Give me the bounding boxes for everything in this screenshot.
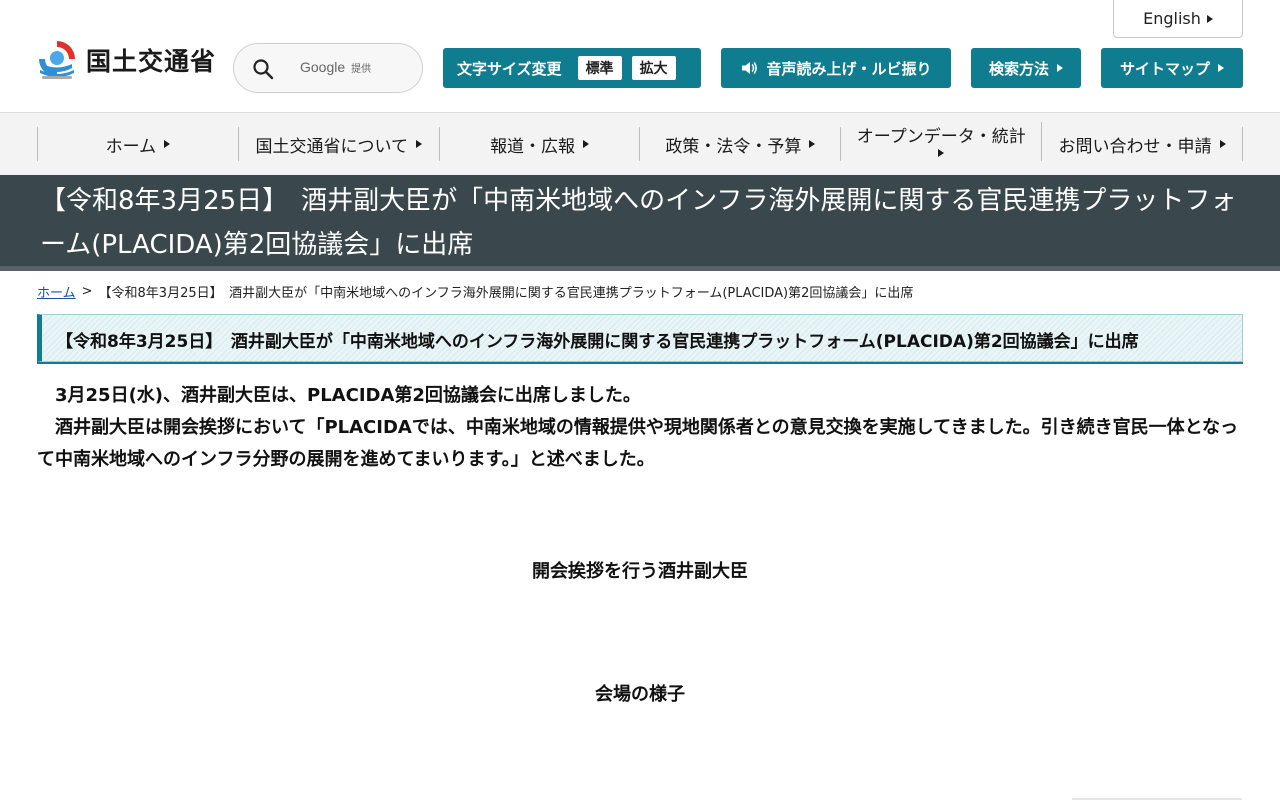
nav-item-contact[interactable]: お問い合わせ・申請 [1042, 127, 1243, 161]
nav-item-home[interactable]: ホーム [38, 127, 239, 161]
voice-reading-label: 音声読み上げ・ルビ振り [766, 59, 932, 78]
breadcrumb-separator: > [81, 284, 93, 299]
search-input[interactable] [290, 52, 414, 86]
search-method-button[interactable]: 検索方法 [971, 48, 1081, 88]
page-title-band: 【令和8年3月25日】 酒井副大臣が「中南米地域へのインフラ海外展開に関する官民… [0, 175, 1280, 271]
logo-text: 国土交通省 [86, 47, 217, 76]
photo-caption: 会場の様子 [595, 684, 685, 705]
nav-item-label: 政策・法令・予算 [665, 136, 802, 157]
photo-caption: 開会挨拶を行う酒井副大臣 [532, 561, 748, 582]
mlit-logo-icon [39, 41, 75, 79]
breadcrumb-current: 【令和8年3月25日】 酒井副大臣が「中南米地域へのインフラ海外展開に関する官民… [98, 286, 914, 301]
section-heading-text: 【令和8年3月25日】 酒井副大臣が「中南米地域へのインフラ海外展開に関する官民… [56, 332, 1139, 352]
sitemap-label: サイトマップ [1119, 59, 1210, 78]
breadcrumb-home-link[interactable]: ホーム [37, 282, 76, 301]
english-link[interactable]: English [1113, 0, 1243, 38]
search-method-label: 検索方法 [988, 59, 1049, 78]
nav-item-policy[interactable]: 政策・法令・予算 [640, 127, 842, 161]
article-paragraph: 3月25日(水)、酒井副大臣は、PLACIDA第2回協議会に出席しました。 [55, 385, 641, 406]
triangle-right-icon [415, 140, 422, 148]
global-nav: ホーム 国土交通省について 報道・広報 政策・法令・予算 オープンデータ・統計 … [0, 112, 1280, 175]
voice-reading-button[interactable]: 音声読み上げ・ルビ振り [721, 48, 951, 88]
nav-item-opendata[interactable]: オープンデータ・統計 [841, 122, 1043, 161]
site-logo[interactable]: 国土交通省 [36, 37, 216, 83]
site-header: English 国土交通省 Google 提供 文字サイズ変更 標準 拡大 音声… [0, 0, 1280, 112]
triangle-right-icon [164, 140, 171, 148]
triangle-right-icon [809, 140, 816, 148]
nav-item-label: ホーム [105, 136, 157, 157]
global-nav-list: ホーム 国土交通省について 報道・広報 政策・法令・予算 オープンデータ・統計 … [37, 122, 1243, 161]
nav-item-about[interactable]: 国土交通省について [239, 127, 440, 161]
font-size-control: 文字サイズ変更 標準 拡大 [443, 48, 701, 88]
font-size-standard-button[interactable]: 標準 [577, 56, 622, 80]
speaker-icon [742, 62, 758, 74]
font-size-large-button[interactable]: 拡大 [631, 56, 676, 80]
font-size-label: 文字サイズ変更 [457, 59, 562, 78]
english-label: English [1143, 9, 1201, 28]
sitemap-button[interactable]: サイトマップ [1101, 48, 1243, 88]
nav-item-label: オープンデータ・統計 [856, 127, 1026, 147]
article-body: 3月25日(水)、酒井副大臣は、PLACIDA第2回協議会に出席しました。 酒井… [37, 380, 1243, 476]
nav-item-press[interactable]: 報道・広報 [440, 127, 641, 161]
section-heading: 【令和8年3月25日】 酒井副大臣が「中南米地域へのインフラ海外展開に関する官民… [37, 314, 1243, 364]
triangle-right-icon [1218, 64, 1224, 72]
triangle-right-icon [1057, 64, 1063, 72]
triangle-right-icon [583, 140, 590, 148]
nav-item-label: 報道・広報 [490, 136, 576, 157]
triangle-right-icon [1206, 14, 1213, 23]
breadcrumb: ホーム > 【令和8年3月25日】 酒井副大臣が「中南米地域へのインフラ海外展開… [37, 282, 1243, 301]
site-search: Google 提供 [233, 43, 423, 93]
triangle-right-icon [1219, 140, 1226, 148]
article-paragraph: 酒井副大臣は開会挨拶において「PLACIDAでは、中南米地域の情報提供や現地関係… [37, 417, 1239, 470]
nav-item-label: お問い合わせ・申請 [1058, 136, 1212, 157]
search-icon[interactable] [252, 58, 274, 80]
nav-item-label: 国土交通省について [255, 136, 408, 157]
section-heading-underline [37, 362, 1243, 364]
triangle-right-icon [938, 149, 945, 157]
page-title: 【令和8年3月25日】 酒井副大臣が「中南米地域へのインフラ海外展開に関する官民… [40, 186, 1237, 260]
